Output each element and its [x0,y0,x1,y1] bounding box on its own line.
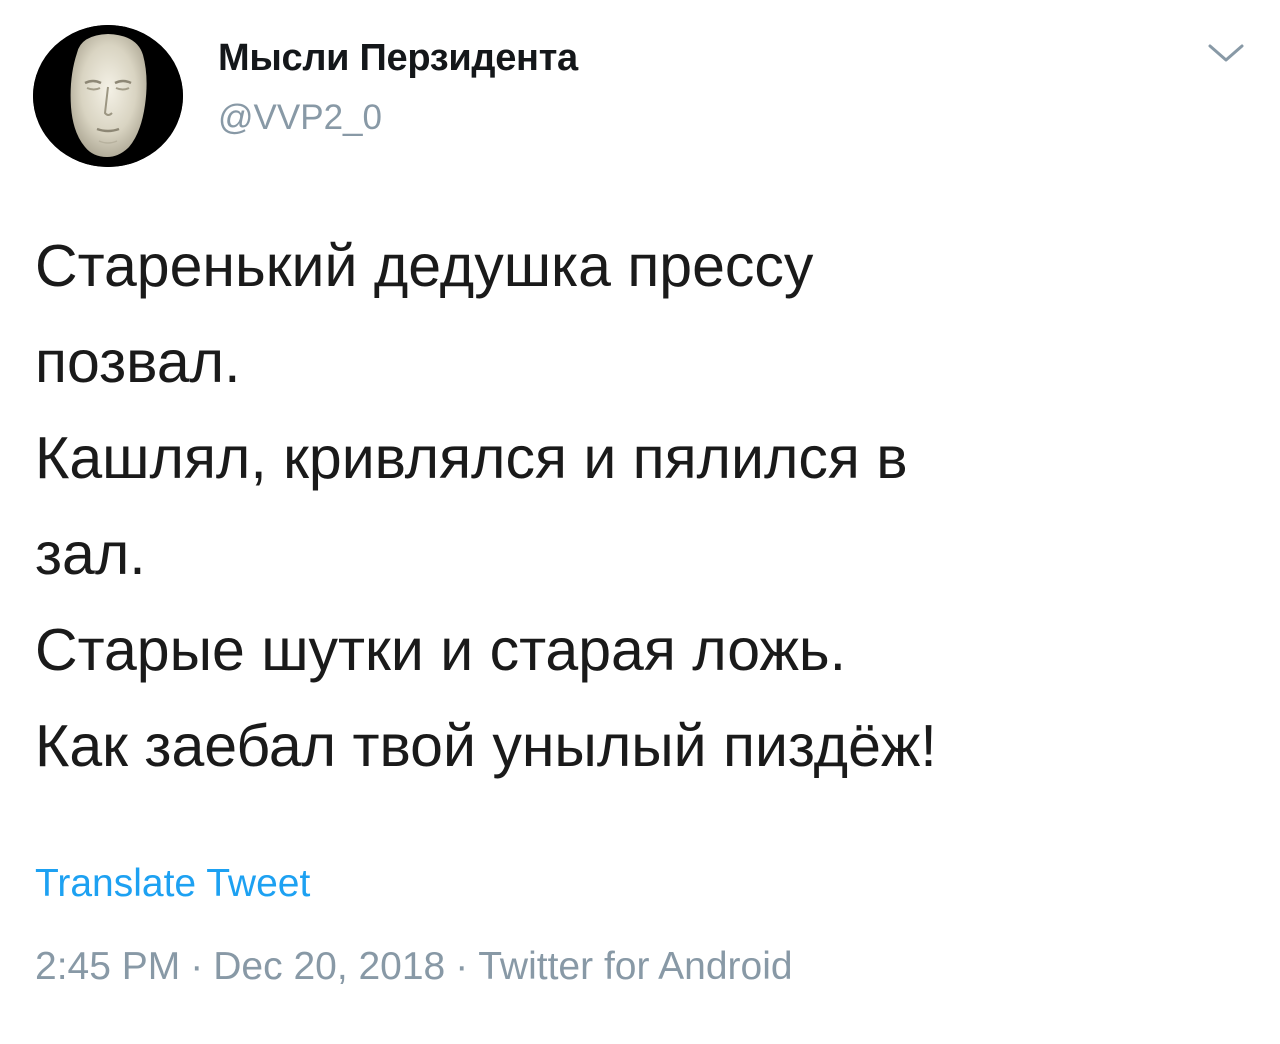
tweet-text-line: Как заебал твой унылый пиздёж! [35,713,937,779]
author-display-name[interactable]: Мысли Перзидента [218,37,578,80]
tweet-text-line: Старенький дедушка прессу [35,233,814,299]
tweet-text-line: позвал. [35,329,241,395]
translate-tweet-link[interactable]: Translate Tweet [35,862,310,906]
separator: · [455,945,469,988]
chevron-down-icon [1208,44,1244,62]
author-handle[interactable]: @VVP2_0 [218,98,382,138]
tweet-menu-button[interactable] [1206,38,1246,68]
tweet-source[interactable]: Twitter for Android [478,945,792,988]
tweet-header: Мысли Перзидента @VVP2_0 [0,0,1280,180]
tweet-text-line: Старые шутки и старая ложь. [35,617,847,683]
tweet-text-line: зал. [35,521,146,587]
tweet-text: Старенький дедушка прессу позвал. Кашлял… [35,218,1235,794]
separator: · [190,945,204,988]
tweet-text-line: Кашлял, кривлялся и пялился в [35,425,908,491]
tweet-metadata: 2:45 PM · Dec 20, 2018 · Twitter for Android [35,945,793,989]
tweet-time[interactable]: 2:45 PM [35,945,180,988]
avatar[interactable] [33,25,183,167]
tweet-date[interactable]: Dec 20, 2018 [213,945,445,988]
death-mask-avatar-icon [33,25,183,167]
tweet-card: Мысли Перзидента @VVP2_0 Старенький деду… [0,0,1280,1044]
